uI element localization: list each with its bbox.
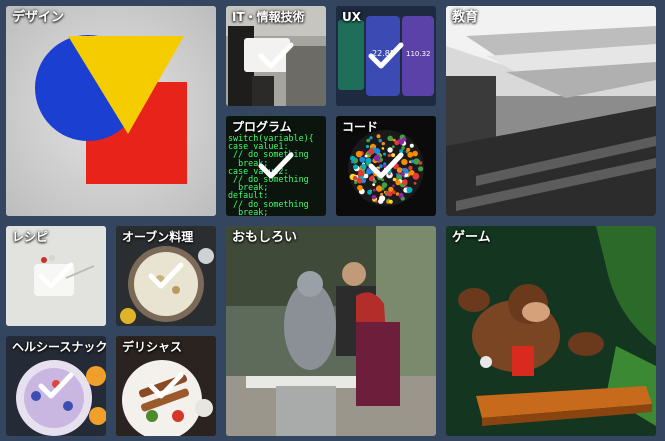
code-line: break; [228, 206, 269, 216]
category-tile-ux[interactable]: 22.85 110.32 UX [336, 6, 436, 106]
check-icon [37, 370, 75, 402]
check-icon [257, 40, 295, 72]
category-label: IT・情報技術 [232, 10, 305, 24]
category-label: おもしろい [232, 230, 298, 245]
category-label: デザイン [12, 10, 65, 25]
category-tile-oven-cooking[interactable]: オーブン料理 [116, 226, 216, 326]
category-label: デリシャス [122, 340, 183, 354]
education-photo [446, 6, 656, 216]
design-artwork [6, 6, 216, 216]
category-label: プログラム [232, 120, 292, 134]
category-label: ゲーム [452, 230, 491, 245]
category-tile-funny[interactable]: おもしろい [226, 226, 436, 436]
funny-photo [226, 226, 436, 436]
check-icon [37, 260, 75, 292]
category-tile-code[interactable]: コード [336, 116, 436, 216]
category-label: 教育 [452, 10, 479, 25]
category-label: UX [342, 10, 361, 24]
category-label: コード [342, 120, 379, 134]
check-icon [147, 370, 185, 402]
category-tile-design[interactable]: デザイン [6, 6, 216, 216]
check-icon [367, 40, 405, 72]
check-icon [257, 150, 295, 182]
ux-screen-value: 110.32 [406, 50, 431, 58]
category-label: オーブン料理 [122, 230, 194, 244]
check-icon [147, 260, 185, 292]
category-label: レシピ [12, 230, 49, 244]
category-tile-game[interactable]: ゲーム [446, 226, 656, 436]
category-tile-program[interactable]: switch(variable){case value1: // do some… [226, 116, 326, 216]
category-tile-delicious[interactable]: デリシャス [116, 336, 216, 436]
category-tile-it[interactable]: IT・情報技術 [226, 6, 326, 106]
category-tile-healthy-snack[interactable]: ヘルシースナック [6, 336, 106, 436]
game-image [446, 226, 656, 436]
category-label: ヘルシースナック [12, 340, 106, 354]
category-tile-education[interactable]: 教育 [446, 6, 656, 216]
check-icon [367, 150, 405, 182]
category-tile-recipe[interactable]: レシピ [6, 226, 106, 326]
